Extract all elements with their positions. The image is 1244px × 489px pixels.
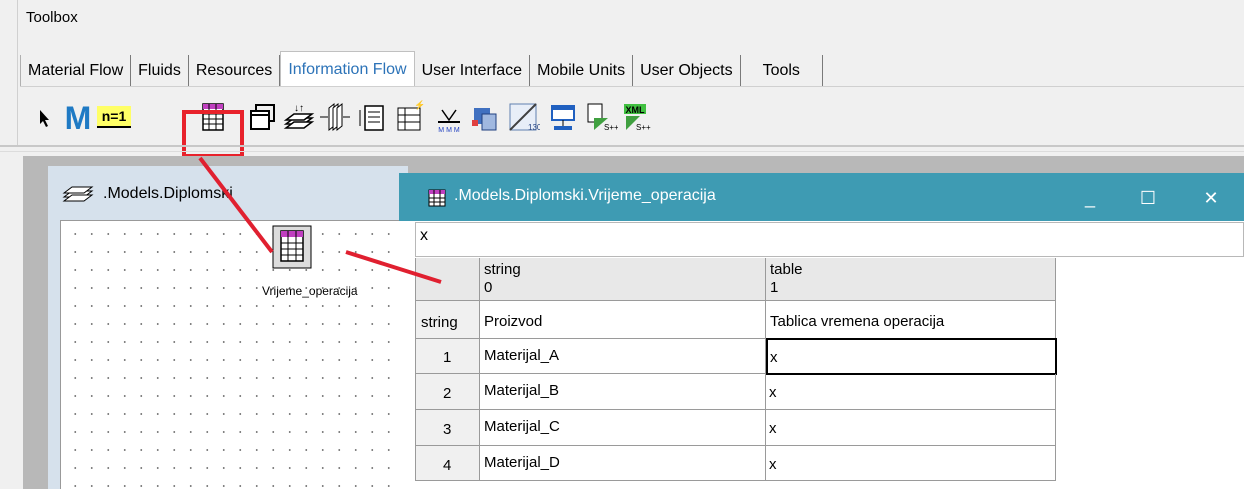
cell-value: Materijal_B xyxy=(484,382,560,399)
socket-icon[interactable] xyxy=(546,100,580,134)
row-header-string[interactable]: string xyxy=(415,301,480,339)
close-button[interactable]: ✕ xyxy=(1191,180,1231,216)
table-object-label: Vrijeme_operacija xyxy=(262,284,358,298)
cell-value: x xyxy=(769,384,777,401)
row-header[interactable]: 2 xyxy=(415,374,480,410)
maximize-button[interactable]: ☐ xyxy=(1128,180,1168,216)
svg-text:M: M xyxy=(65,100,92,134)
svg-text:XML: XML xyxy=(626,105,646,115)
table-object-icon[interactable] xyxy=(272,225,312,269)
cell-value: Proizvod xyxy=(484,313,543,330)
table-cell[interactable]: Materijal_D xyxy=(480,446,766,481)
table-window-title: .Models.Diplomski.Vrijeme_operacija xyxy=(454,187,716,204)
tab-mobile-units[interactable]: Mobile Units xyxy=(530,55,634,87)
pointer-icon[interactable] xyxy=(28,100,62,134)
row-index: 2 xyxy=(443,385,452,402)
queue-file-icon[interactable] xyxy=(318,100,352,134)
svg-text:↓↑: ↓↑ xyxy=(294,103,304,114)
tab-user-interface[interactable]: User Interface xyxy=(414,55,531,87)
svg-text:S++: S++ xyxy=(604,123,618,132)
table-cell[interactable]: x xyxy=(766,446,1056,481)
tab-information-flow[interactable]: Information Flow xyxy=(280,51,415,87)
variable-icon[interactable]: n=1 xyxy=(97,106,131,128)
row-header[interactable]: 1 xyxy=(415,339,480,374)
cell-value: Materijal_D xyxy=(484,454,560,471)
table-window-icon xyxy=(428,189,446,207)
column-header-0[interactable]: string 0 xyxy=(480,258,766,301)
dialog-icon[interactable] xyxy=(246,100,280,134)
row-header[interactable]: 3 xyxy=(415,410,480,446)
svg-text:⚡⚡: ⚡⚡ xyxy=(414,100,426,111)
formula-input[interactable] xyxy=(415,222,1244,257)
model-window-title: .Models.Diplomski xyxy=(103,185,233,202)
cell-value: Materijal_A xyxy=(484,347,560,364)
tab-material-flow[interactable]: Material Flow xyxy=(20,55,132,87)
svg-text:S++: S++ xyxy=(636,123,651,132)
table-cell[interactable]: Materijal_A xyxy=(480,339,766,374)
cell-value: Materijal_C xyxy=(484,418,560,435)
toolbox-title: Toolbox xyxy=(26,9,78,26)
xml-icon[interactable]: XML S++ xyxy=(620,100,654,134)
row-index: 3 xyxy=(443,421,452,438)
column-index: 0 xyxy=(484,279,493,296)
sql-lite-icon[interactable]: S++ xyxy=(584,100,618,134)
stack-file-icon[interactable]: ↓↑ xyxy=(282,100,316,134)
column-index: 1 xyxy=(770,279,779,296)
time-sequence-icon[interactable]: ⚡⚡ xyxy=(392,100,426,134)
cell-value: x xyxy=(769,456,777,473)
toolbox-separator xyxy=(0,145,1244,147)
generator-icon[interactable] xyxy=(468,100,502,134)
table-cell[interactable]: Proizvod xyxy=(480,301,766,339)
tab-user-objects[interactable]: User Objects xyxy=(633,55,741,87)
cell-value: x xyxy=(770,349,778,366)
formula-value: x xyxy=(420,227,428,244)
model-canvas[interactable] xyxy=(60,220,406,489)
grid-corner[interactable] xyxy=(415,258,480,301)
table-cell[interactable]: Materijal_C xyxy=(480,410,766,446)
tab-divider xyxy=(20,86,1244,87)
row-header[interactable]: 4 xyxy=(415,446,480,481)
method-icon[interactable]: M xyxy=(61,100,95,134)
table-cell-selected[interactable]: x xyxy=(766,338,1057,375)
svg-text:130: 130 xyxy=(528,123,540,132)
table-cell[interactable]: x xyxy=(766,410,1056,446)
column-header-1[interactable]: table 1 xyxy=(766,258,1056,301)
svg-text:M M M: M M M xyxy=(438,127,460,134)
row-index: 4 xyxy=(443,457,452,474)
row-label: string xyxy=(421,314,458,331)
cell-value: x xyxy=(769,420,777,437)
table-cell[interactable]: x xyxy=(766,374,1056,410)
column-type: string xyxy=(484,261,521,278)
trigger-icon[interactable]: M M M xyxy=(432,100,466,134)
tab-strip: Material Flow Fluids Resources Informati… xyxy=(20,51,823,87)
frame-icon xyxy=(62,186,94,202)
variable-icon-label: n=1 xyxy=(101,108,127,124)
tab-fluids[interactable]: Fluids xyxy=(131,55,189,87)
tab-tools[interactable]: Tools xyxy=(740,55,823,87)
toolbox-separator-line xyxy=(0,151,1244,152)
tab-resources[interactable]: Resources xyxy=(188,55,281,87)
card-file-icon[interactable] xyxy=(354,100,388,134)
table-cell[interactable]: Materijal_B xyxy=(480,374,766,410)
table-cell[interactable]: Tablica vremena operacija xyxy=(766,301,1056,339)
minimize-button[interactable]: _ xyxy=(1070,180,1110,216)
object-toolbar: M n=1 ↓↑ ⚡ M M M 130 S++ xyxy=(20,90,620,140)
column-type: table xyxy=(770,261,803,278)
cell-value: Tablica vremena operacija xyxy=(770,313,945,330)
row-index: 1 xyxy=(443,349,452,366)
interface-icon[interactable]: 130 xyxy=(506,100,540,134)
